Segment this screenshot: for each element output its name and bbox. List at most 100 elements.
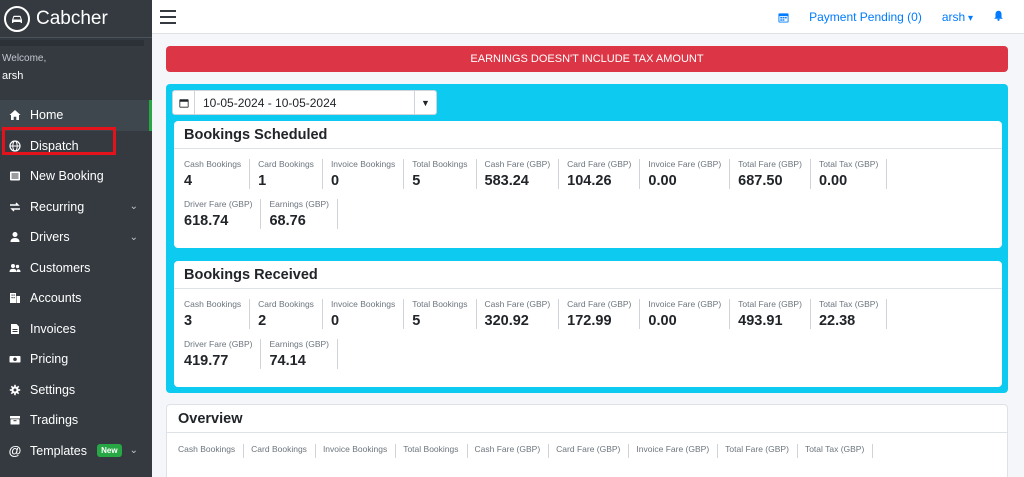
stat-label: Total Bookings [412,159,468,169]
stat-cash-fare: Cash Fare (GBP) 583.24 [485,159,560,189]
stat-total-tax: Total Tax (GBP) 0.00 [819,159,888,189]
stat-earnings: Earnings (GBP) 74.14 [269,339,339,369]
calendar-icon [173,91,195,114]
bookings-received-card: Bookings Received Cash Bookings 3 Card Bo… [174,261,1002,387]
stat-invoice-fare: Invoice Fare (GBP) 0.00 [648,159,731,189]
card-title: Bookings Scheduled [174,121,1002,149]
sidebar-item-label: Templates [30,443,87,458]
stat-label: Cash Fare (GBP) [484,159,551,169]
sidebar-item-settings[interactable]: Settings [0,375,152,406]
sidebar-item-accounts[interactable]: Accounts [0,283,152,314]
stat-value: 3 [184,313,193,329]
stat-total-fare: Total Fare (GBP) 493.91 [738,299,811,329]
stat-value: 419.77 [184,353,229,369]
menu-toggle-icon[interactable] [160,9,176,24]
sidebar-item-tradings[interactable]: Tradings [0,405,152,436]
sidebar-item-home[interactable]: Home [0,100,152,131]
stat-card-fare: Card Fare (GBP) 104.26 [567,159,641,189]
home-icon [8,108,22,122]
overview-label: Invoice Fare (GBP) [636,444,719,458]
stat-value: 68.76 [269,213,306,229]
sidebar-item-label: Customers [30,260,91,275]
overview-label: Total Bookings [403,444,468,458]
stat-value: 618.74 [184,213,229,229]
overview-label: Card Fare (GBP) [556,444,630,458]
stat-value: 104.26 [567,173,612,189]
sidebar-item-invoices[interactable]: Invoices [0,314,152,345]
stat-value: 320.92 [484,313,529,329]
stat-label: Total Bookings [412,299,468,309]
users-icon [8,261,22,275]
sidebar-nav: Home Dispatch New Booking Recurring ⌄ Dr… [0,100,152,466]
sidebar: Cabcher Welcome, arsh Home Dispatch New … [0,0,152,477]
stat-value: 5 [412,313,421,329]
stat-cash-bookings: Cash Bookings 4 [184,159,251,189]
chevron-down-icon[interactable]: ⌄ [130,232,138,243]
stat-label: Cash Bookings [184,159,242,169]
user-icon [8,230,22,244]
user-dropdown[interactable]: arsh [942,10,973,24]
stat-label: Invoice Fare (GBP) [648,299,722,309]
sidebar-item-label: Tradings [30,413,79,428]
stat-value: 687.50 [738,173,783,189]
card-title: Bookings Received [174,261,1002,289]
overview-label: Total Tax (GBP) [805,444,874,458]
user-panel: Welcome, arsh [0,46,152,100]
money-icon [8,352,22,366]
sidebar-item-templates[interactable]: @ Templates New ⌄ [0,436,152,467]
stats-panel: 10-05-2024 - 10-05-2024 ▼ Bookings Sched… [166,84,1008,393]
stats-grid: Cash Bookings 3 Card Bookings 2 Invoice Bo… [174,289,1002,379]
sidebar-item-pricing[interactable]: Pricing [0,344,152,375]
stat-total-bookings: Total Bookings 5 [412,159,477,189]
overview-label: Card Bookings [251,444,316,458]
sidebar-item-drivers[interactable]: Drivers ⌄ [0,222,152,253]
stats-grid: Cash Bookings 4 Card Bookings 1 Invoice Bo… [174,149,1002,239]
sidebar-item-label: Pricing [30,352,69,367]
recurring-icon [8,200,22,214]
date-range-value[interactable]: 10-05-2024 - 10-05-2024 [195,96,414,110]
sidebar-item-customers[interactable]: Customers [0,253,152,284]
stat-value: 0 [330,173,340,189]
stat-label: Card Bookings [258,159,314,169]
stat-label: Total Fare (GBP) [738,299,802,309]
stat-card-fare: Card Fare (GBP) 172.99 [567,299,641,329]
stat-value: 0.00 [648,173,677,189]
stat-cash-fare: Cash Fare (GBP) 320.92 [485,299,560,329]
stat-label: Cash Fare (GBP) [484,299,551,309]
sidebar-item-label: Dispatch [30,138,79,153]
stat-label: Driver Fare (GBP) [184,199,253,209]
file-icon [8,322,22,336]
sidebar-item-label: Home [30,108,64,123]
stat-driver-fare: Driver Fare (GBP) 618.74 [184,199,262,229]
overview-label: Cash Bookings [178,444,245,458]
tradings-icon [8,413,22,427]
sidebar-item-label: Accounts [30,291,82,306]
sidebar-item-new-booking[interactable]: New Booking [0,161,152,192]
brand-name: Cabcher [36,7,108,29]
stat-total-bookings: Total Bookings 5 [412,299,477,329]
stat-value: 0 [330,313,340,329]
tax-alert: EARNINGS DOESN'T INCLUDE TAX AMOUNT [166,46,1008,72]
sidebar-item-recurring[interactable]: Recurring ⌄ [0,192,152,223]
top-navbar: Payment Pending (0) arsh [152,0,1024,34]
payment-pending-link[interactable]: Payment Pending (0) [809,10,922,24]
stat-card-bookings: Card Bookings 2 [258,299,323,329]
caret-down-icon[interactable]: ▼ [414,91,436,114]
car-logo-icon [4,5,30,32]
overview-card: Overview Cash Bookings Card Bookings Inv… [166,404,1008,477]
sidebar-item-dispatch[interactable]: Dispatch [0,131,152,162]
stat-earnings: Earnings (GBP) 68.76 [269,199,339,229]
calendar-icon[interactable] [778,12,789,23]
stat-value: 74.14 [269,353,306,369]
date-range-picker[interactable]: 10-05-2024 - 10-05-2024 ▼ [172,90,437,115]
stat-value: 493.91 [738,313,783,329]
brand[interactable]: Cabcher [0,0,152,38]
stat-card-bookings: Card Bookings 1 [258,159,323,189]
bell-icon[interactable] [993,10,1004,24]
overview-label: Cash Fare (GBP) [475,444,550,458]
stat-label: Card Bookings [258,299,314,309]
chevron-down-icon[interactable]: ⌄ [130,201,138,212]
stat-value: 4 [184,173,193,189]
user-name[interactable]: arsh [2,69,152,83]
chevron-down-icon[interactable]: ⌄ [130,445,138,456]
